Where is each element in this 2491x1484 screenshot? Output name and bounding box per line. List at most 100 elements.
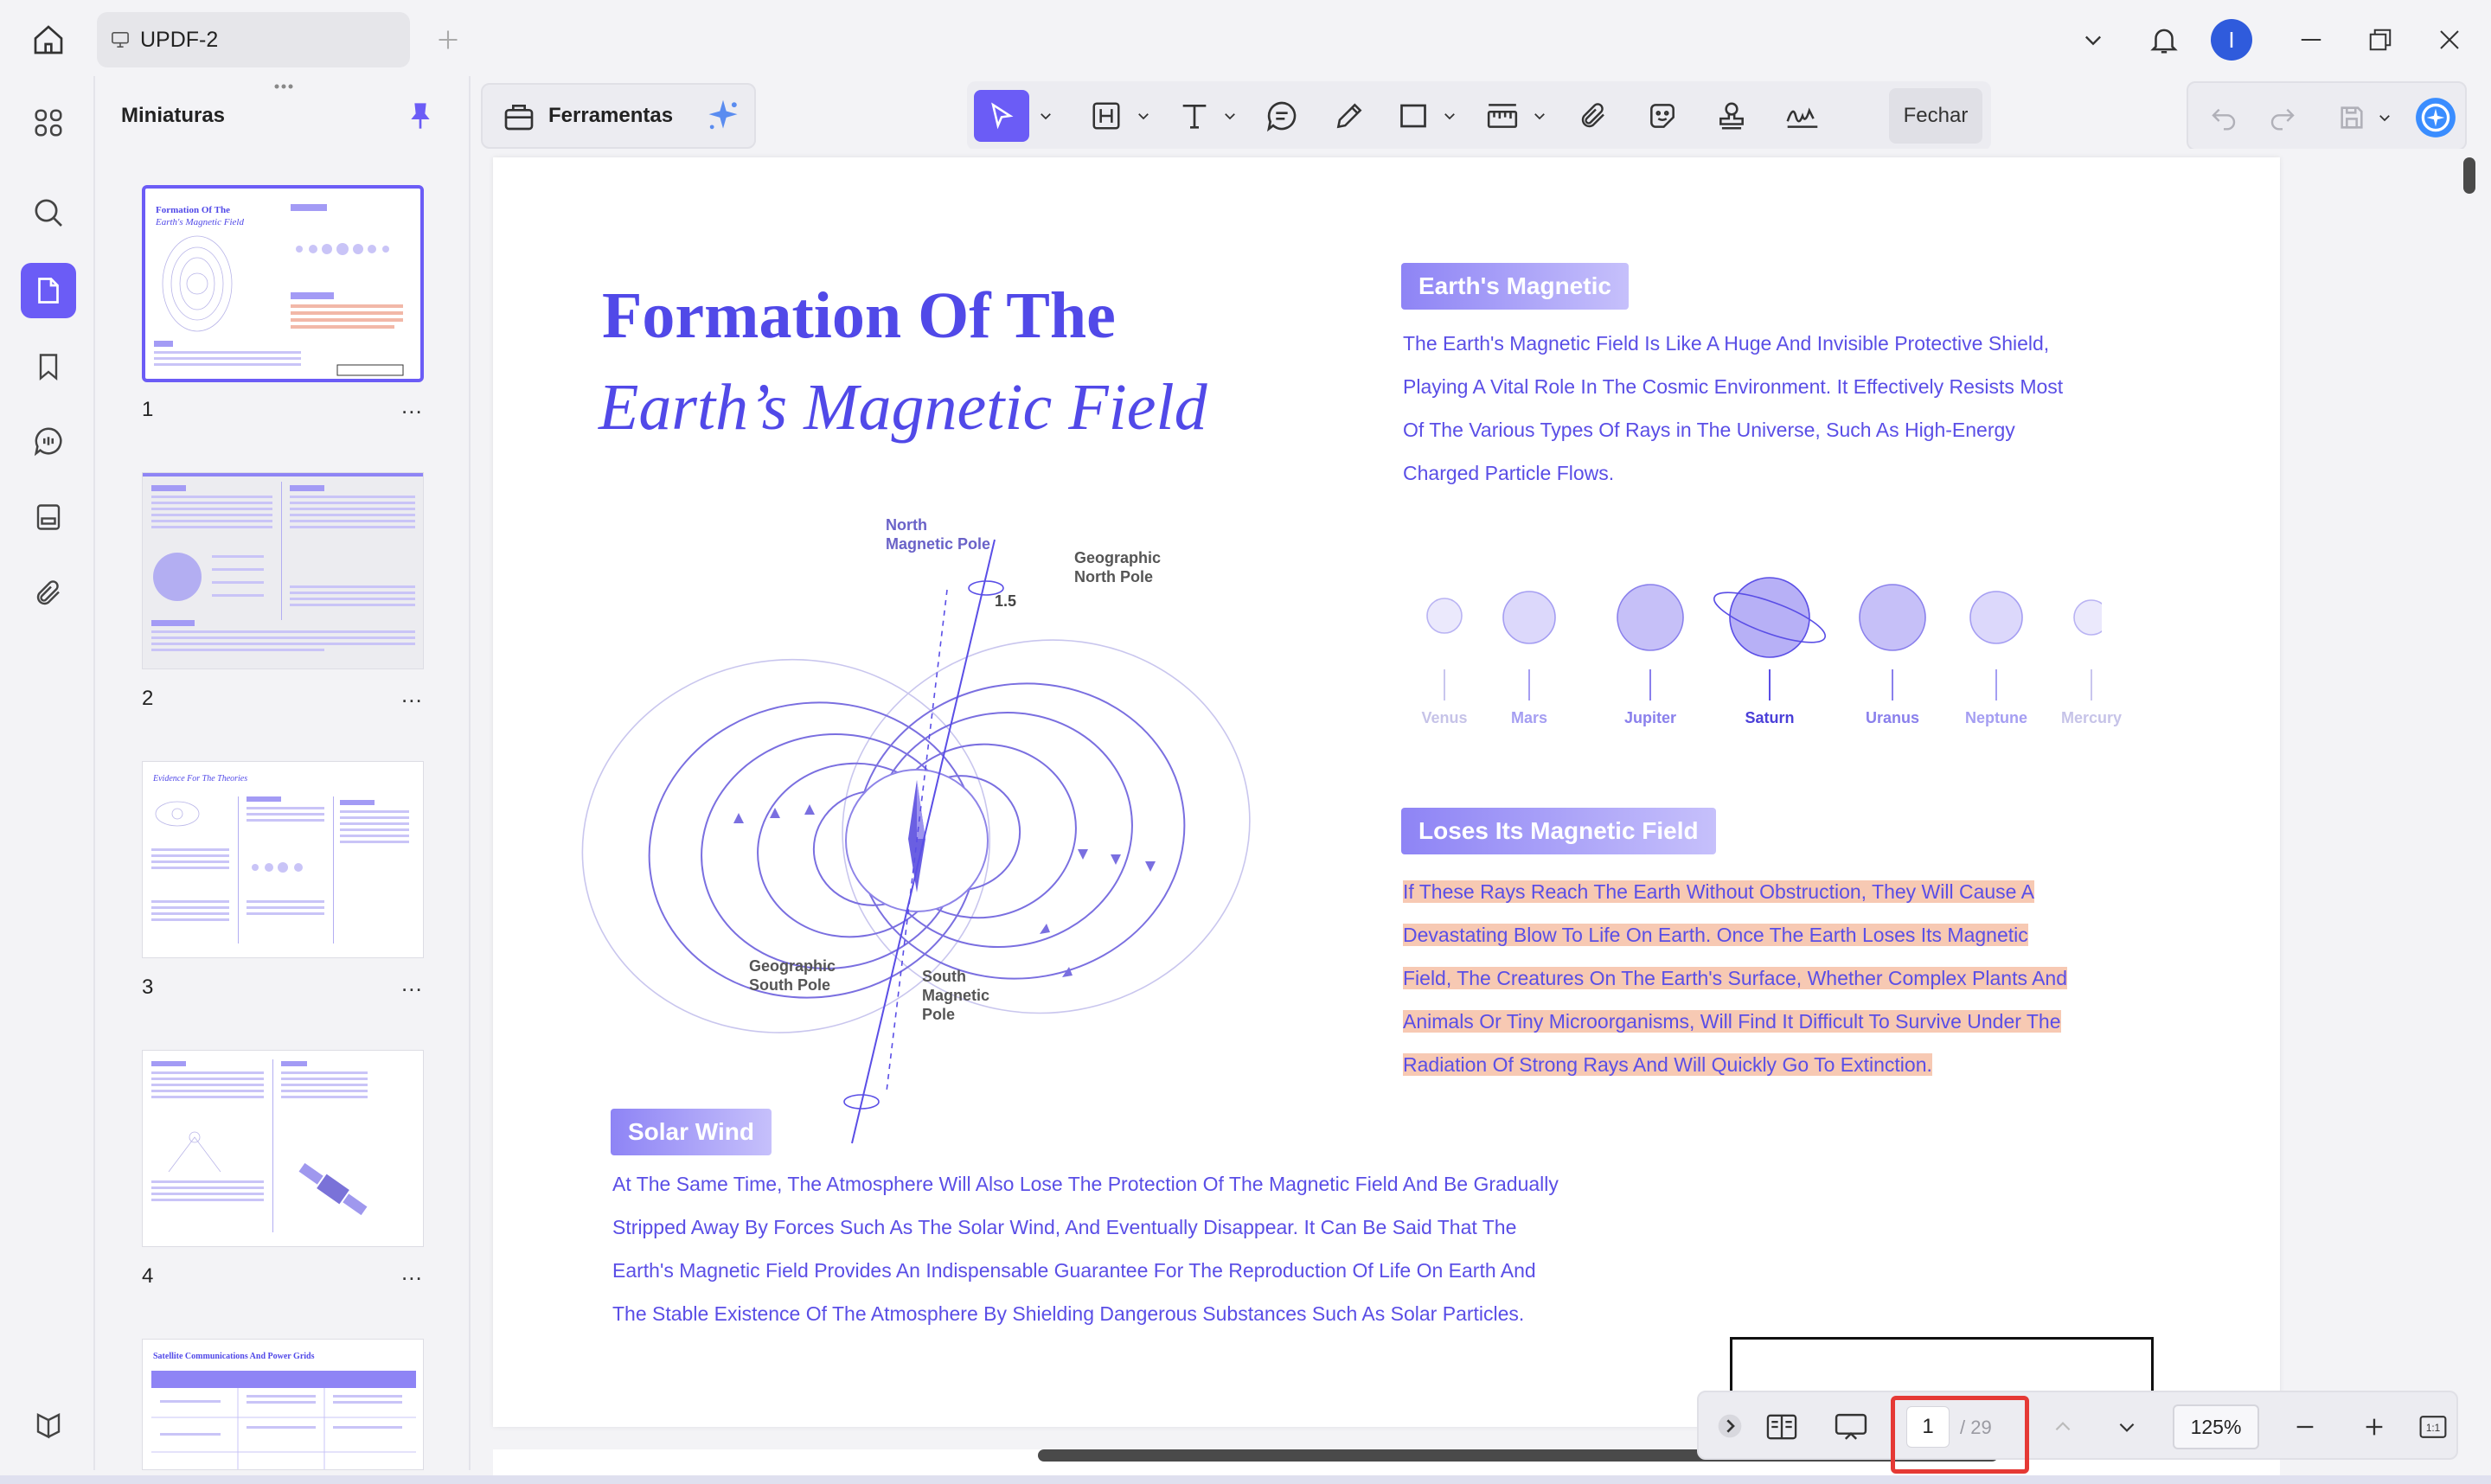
page-title: Formation Of The	[602, 279, 1116, 352]
thumbnail-page-number: 1	[142, 398, 154, 421]
rectangle-shape-icon[interactable]	[1389, 90, 1438, 142]
page-thumbnail-1[interactable]: Formation Of The Earth's Magnetic Field	[142, 185, 424, 382]
thumbnail-more-button[interactable]: ...	[401, 393, 423, 419]
thumbnails-panel: Miniaturas Formation Of The Earth's Magn…	[93, 76, 471, 1470]
tools-button[interactable]: Ferramentas	[481, 83, 756, 149]
thumbnail-page-number: 4	[142, 1264, 154, 1288]
planet-label-mercury: Mercury	[2060, 709, 2123, 726]
title-bar: UPDF-2 I	[0, 0, 2491, 76]
chevron-down-icon[interactable]	[2072, 19, 2114, 61]
redo-icon[interactable]	[2261, 92, 2304, 144]
highlighted-paragraph: If These Rays Reach The Earth Without Ob…	[1403, 880, 2068, 1076]
svg-text:Formation Of The: Formation Of The	[156, 205, 230, 215]
chevron-down-icon[interactable]	[1438, 90, 1462, 142]
svg-text:1:1: 1:1	[2426, 1423, 2440, 1434]
panel-resize-grip[interactable]	[265, 81, 303, 92]
layers-icon[interactable]	[21, 1398, 76, 1453]
left-icon-rail	[0, 76, 93, 1475]
attachment-icon[interactable]	[1569, 90, 1617, 142]
document-tab[interactable]: UPDF-2	[97, 12, 410, 67]
text-icon[interactable]	[1171, 90, 1218, 142]
pages-icon[interactable]	[21, 263, 76, 318]
chevron-up-icon[interactable]	[2041, 1403, 2084, 1451]
monitor-icon	[111, 31, 130, 48]
svg-text:Satellite Communications And P: Satellite Communications And Power Grids	[153, 1352, 315, 1361]
section-heading: Solar Wind	[611, 1109, 772, 1155]
save-icon[interactable]	[2330, 92, 2373, 144]
chevron-down-icon[interactable]	[1527, 90, 1552, 142]
page-number-callout-box	[1891, 1396, 2029, 1474]
comment-icon[interactable]	[1258, 90, 1306, 142]
undo-icon[interactable]	[2202, 92, 2245, 144]
thumbnail-more-button[interactable]: ...	[401, 970, 423, 997]
document-viewer[interactable]: Formation Of The Earth’s Magnetic Field	[477, 149, 2467, 1475]
window-bottom-edge	[0, 1475, 2491, 1484]
planets-illustration	[1426, 577, 2102, 700]
home-icon[interactable]	[26, 17, 71, 62]
bookmark-icon[interactable]	[21, 339, 76, 394]
pdf-page: Formation Of The Earth’s Magnetic Field	[493, 157, 2280, 1432]
page-layout-icon[interactable]	[1758, 1403, 1806, 1451]
form-icon[interactable]	[21, 489, 76, 545]
page-thumbnail-3[interactable]: Evidence For The Theories	[142, 761, 424, 958]
section-heading: Loses Its Magnetic Field	[1401, 808, 1716, 854]
sticker-icon[interactable]	[1638, 90, 1687, 142]
thumbnail-more-button[interactable]: ...	[401, 681, 423, 708]
attachment-icon[interactable]	[21, 566, 76, 621]
thumbnails-grid-icon[interactable]	[21, 95, 76, 150]
thumbnail-page-number: 3	[142, 975, 154, 999]
north-magnetic-pole-label: North Magnetic Pole	[886, 516, 991, 553]
actual-size-icon[interactable]: 1:1	[2411, 1403, 2455, 1451]
comments-icon[interactable]	[21, 413, 76, 469]
thumbnail-page-number: 2	[142, 687, 154, 710]
chevron-down-icon[interactable]	[1218, 90, 1242, 142]
presentation-icon[interactable]	[1827, 1403, 1875, 1451]
zoom-out-icon[interactable]	[2283, 1403, 2327, 1451]
chevron-down-icon[interactable]	[2105, 1403, 2148, 1451]
signature-icon[interactable]	[1777, 90, 1828, 142]
svg-text:Evidence For The Theories: Evidence For The Theories	[152, 774, 247, 784]
select-cursor-icon[interactable]	[974, 90, 1029, 142]
page-navigation-bar: 1 / 29 125% 1:1	[1697, 1391, 2458, 1474]
highlight-icon[interactable]	[1083, 90, 1130, 142]
section-heading: Earth's Magnetic	[1401, 263, 1629, 310]
south-magnetic-pole-label: South Magnetic Pole	[922, 968, 990, 1023]
page-thumbnail-2[interactable]	[142, 472, 424, 669]
planet-label-uranus: Uranus	[1865, 709, 1919, 726]
ai-sparkle-icon[interactable]	[704, 97, 742, 135]
annotation-toolbar: Fechar	[967, 81, 1991, 150]
document-tab-title: UPDF-2	[140, 27, 219, 52]
thumbnail-more-button[interactable]: ...	[401, 1259, 423, 1286]
stamp-icon[interactable]	[1707, 90, 1756, 142]
zoom-level[interactable]: 125%	[2173, 1404, 2259, 1449]
section-paragraph: The Earth's Magnetic Field Is Like A Hug…	[1403, 332, 2064, 484]
planet-label-neptune: Neptune	[1965, 709, 2027, 726]
page-thumbnail-5[interactable]: Satellite Communications And Power Grids	[142, 1339, 424, 1470]
tools-label: Ferramentas	[548, 104, 674, 127]
new-tab-plus-icon[interactable]	[427, 19, 469, 61]
angle-label: 1.5	[995, 592, 1017, 610]
geographic-north-pole-label: Geographic North Pole	[1074, 549, 1162, 585]
chevron-down-icon[interactable]	[1131, 90, 1156, 142]
chevron-down-icon[interactable]	[1033, 90, 1059, 142]
minimize-icon[interactable]	[2290, 19, 2332, 61]
close-tools-button[interactable]: Fechar	[1889, 88, 1982, 144]
page-thumbnail-4[interactable]	[142, 1050, 424, 1247]
ai-assistant-icon[interactable]	[2411, 92, 2460, 144]
restore-window-icon[interactable]	[2360, 19, 2401, 61]
planet-label-jupiter: Jupiter	[1623, 709, 1676, 726]
measure-ruler-icon[interactable]	[1477, 90, 1527, 142]
svg-text:Earth's Magnetic Field: Earth's Magnetic Field	[155, 217, 244, 227]
pencil-icon[interactable]	[1325, 90, 1374, 142]
zoom-in-icon[interactable]	[2353, 1403, 2396, 1451]
close-icon[interactable]	[2429, 19, 2470, 61]
vertical-scrollbar[interactable]	[2463, 157, 2475, 194]
pin-icon[interactable]	[401, 97, 439, 135]
search-icon[interactable]	[21, 185, 76, 240]
planet-label-saturn: Saturn	[1745, 709, 1795, 726]
avatar[interactable]: I	[2211, 19, 2252, 61]
chevron-down-icon[interactable]	[2373, 92, 2396, 144]
collapse-chevron-icon[interactable]	[1713, 1404, 1747, 1448]
section-paragraph: At The Same Time, The Atmosphere Will Al…	[612, 1173, 1559, 1325]
bell-icon[interactable]	[2142, 17, 2187, 62]
